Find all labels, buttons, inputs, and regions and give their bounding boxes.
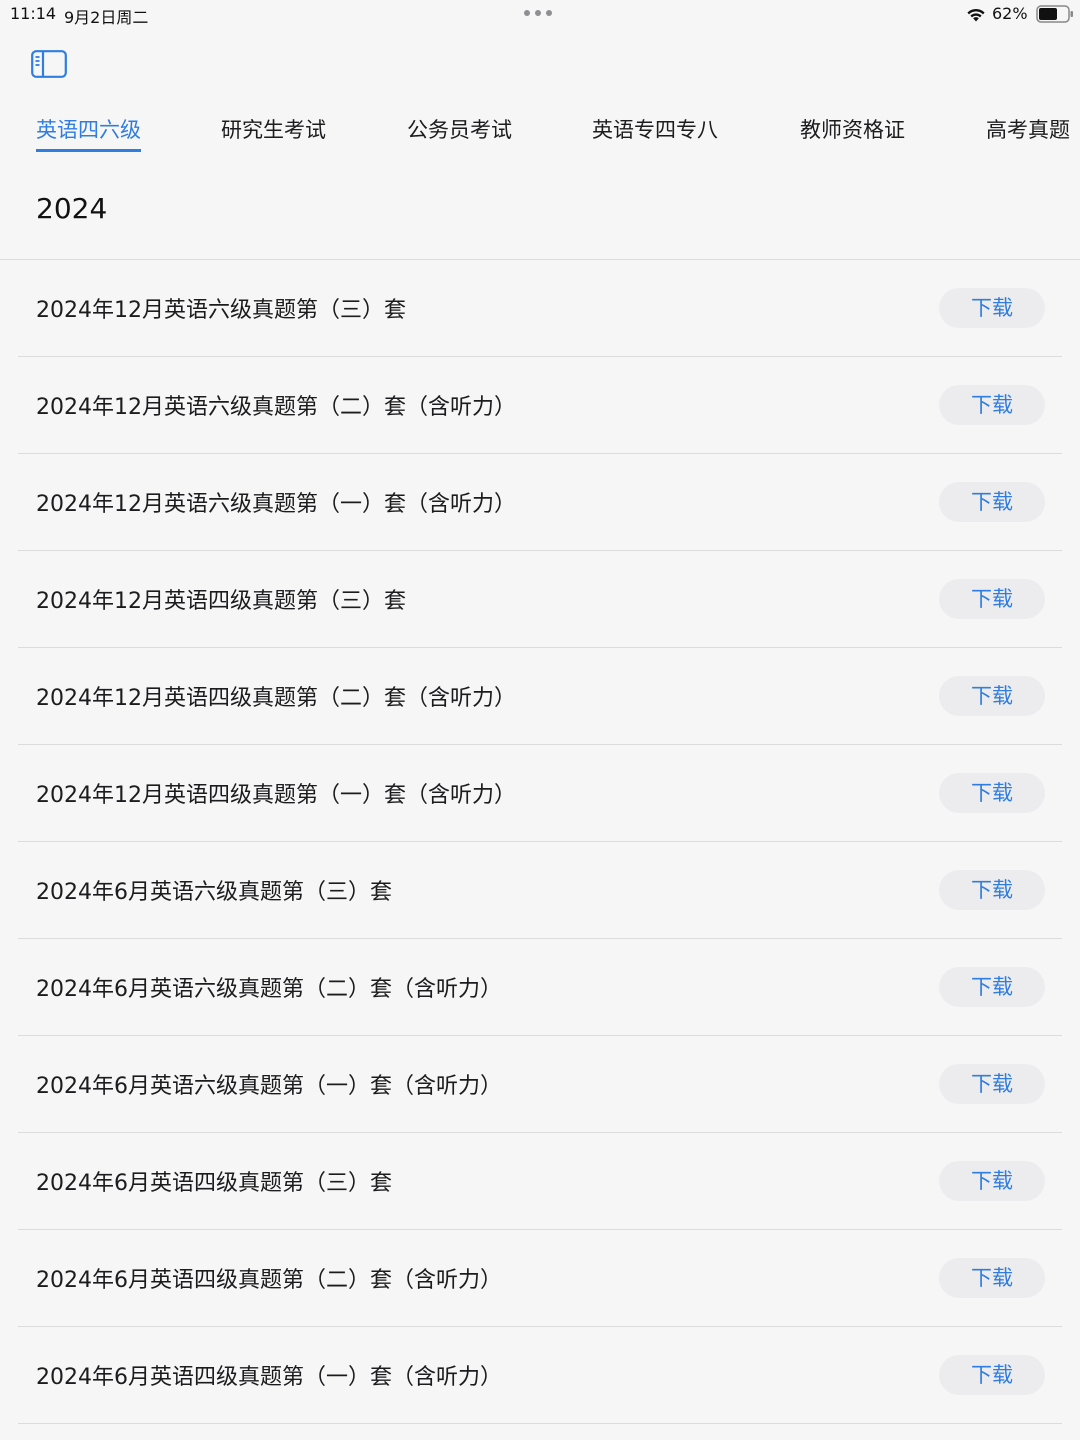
battery-icon xyxy=(1036,5,1073,23)
exam-title: 2024年12月英语四级真题第（二）套（含听力） xyxy=(36,686,516,711)
divider xyxy=(18,1423,1062,1424)
status-time: 11:14 xyxy=(10,4,57,23)
exam-title: 2024年6月英语四级真题第（二）套（含听力） xyxy=(36,1268,502,1293)
list-item[interactable]: 2024年12月英语六级真题第（二）套（含听力） 下载 xyxy=(0,357,1080,454)
sidebar-toggle-icon[interactable] xyxy=(31,50,67,78)
download-button[interactable]: 下载 xyxy=(939,288,1045,328)
list-item[interactable]: 2024年12月英语六级真题第（三）套 下载 xyxy=(0,260,1080,357)
list-item[interactable]: 2024年12月英语四级真题第（三）套 下载 xyxy=(0,551,1080,648)
tab-tem[interactable]: 英语专四专八 xyxy=(592,110,718,152)
download-button[interactable]: 下载 xyxy=(939,773,1045,813)
tab-postgraduate[interactable]: 研究生考试 xyxy=(221,110,326,152)
list-item[interactable]: 2024年6月英语六级真题第（三）套 下载 xyxy=(0,842,1080,939)
download-button[interactable]: 下载 xyxy=(939,385,1045,425)
list-item[interactable]: 2024年12月英语四级真题第（一）套（含听力） 下载 xyxy=(0,745,1080,842)
list-item[interactable]: 2024年6月英语四级真题第（二）套（含听力） 下载 xyxy=(0,1230,1080,1327)
exam-title: 2024年6月英语四级真题第（一）套（含听力） xyxy=(36,1365,502,1390)
download-button[interactable]: 下载 xyxy=(939,1258,1045,1298)
section-year-heading: 2024 xyxy=(36,192,108,225)
exam-list: 2024年12月英语六级真题第（三）套 下载 2024年12月英语六级真题第（二）套… xyxy=(0,260,1080,1424)
exam-title: 2024年12月英语四级真题第（三）套 xyxy=(36,589,406,614)
exam-title: 2024年6月英语四级真题第（三）套 xyxy=(36,1171,392,1196)
download-button[interactable]: 下载 xyxy=(939,579,1045,619)
tab-gaokao[interactable]: 高考真题 xyxy=(986,110,1070,152)
list-item[interactable]: 2024年6月英语六级真题第（一）套（含听力） 下载 xyxy=(0,1036,1080,1133)
exam-title: 2024年6月英语六级真题第（一）套（含听力） xyxy=(36,1074,502,1099)
battery-percentage: 62% xyxy=(992,4,1028,23)
more-dots-icon[interactable] xyxy=(524,10,552,16)
list-item[interactable]: 2024年6月英语四级真题第（一）套（含听力） 下载 xyxy=(0,1327,1080,1424)
exam-title: 2024年6月英语六级真题第（二）套（含听力） xyxy=(36,977,502,1002)
list-item[interactable]: 2024年12月英语四级真题第（二）套（含听力） 下载 xyxy=(0,648,1080,745)
exam-title: 2024年12月英语六级真题第（三）套 xyxy=(36,298,406,323)
download-button[interactable]: 下载 xyxy=(939,967,1045,1007)
wifi-icon xyxy=(967,8,985,22)
exam-title: 2024年6月英语六级真题第（三）套 xyxy=(36,880,392,905)
download-button[interactable]: 下载 xyxy=(939,1161,1045,1201)
download-button[interactable]: 下载 xyxy=(939,1355,1045,1395)
status-date: 9月2日周二 xyxy=(64,8,149,27)
download-button[interactable]: 下载 xyxy=(939,482,1045,522)
category-tabs: 英语四六级 研究生考试 公务员考试 英语专四专八 教师资格证 高考真题 xyxy=(0,110,1080,154)
download-button[interactable]: 下载 xyxy=(939,870,1045,910)
exam-title: 2024年12月英语六级真题第（二）套（含听力） xyxy=(36,395,516,420)
status-bar: 11:14 9月2日周二 62% xyxy=(0,0,1080,30)
download-button[interactable]: 下载 xyxy=(939,676,1045,716)
list-item[interactable]: 2024年12月英语六级真题第（一）套（含听力） 下载 xyxy=(0,454,1080,551)
tab-cet[interactable]: 英语四六级 xyxy=(36,110,141,152)
list-item[interactable]: 2024年6月英语六级真题第（二）套（含听力） 下载 xyxy=(0,939,1080,1036)
exam-title: 2024年12月英语六级真题第（一）套（含听力） xyxy=(36,492,516,517)
tab-civil-service[interactable]: 公务员考试 xyxy=(407,110,512,152)
download-button[interactable]: 下载 xyxy=(939,1064,1045,1104)
exam-title: 2024年12月英语四级真题第（一）套（含听力） xyxy=(36,783,516,808)
list-item[interactable]: 2024年6月英语四级真题第（三）套 下载 xyxy=(0,1133,1080,1230)
tab-teacher-cert[interactable]: 教师资格证 xyxy=(800,110,905,152)
